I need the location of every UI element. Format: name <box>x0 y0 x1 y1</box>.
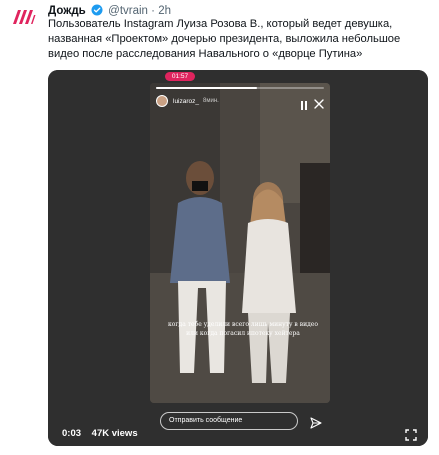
close-icon <box>314 96 324 114</box>
story-progress-bar <box>156 87 324 89</box>
story-progress-fill <box>156 87 257 89</box>
fullscreen-icon[interactable] <box>405 428 417 446</box>
story-frame: luizaroz_ 8мин. когда тебе уделили всего… <box>150 83 330 403</box>
separator-dot: · <box>151 5 155 17</box>
story-user: luizaroz_ 8мин. <box>156 94 219 108</box>
video-player[interactable]: 01:57 luizaroz_ 8мин. когда тебе уделили… <box>48 70 428 446</box>
story-time: 8мин. <box>203 98 219 104</box>
story-username: luizaroz_ <box>173 97 200 105</box>
tweet-timestamp[interactable]: 2h <box>158 5 171 17</box>
tvrain-logo-icon <box>13 10 36 24</box>
story-caption: когда тебе уделили всего лишь минуту в в… <box>168 321 318 337</box>
author-avatar[interactable] <box>10 4 38 32</box>
video-views: 47K views <box>91 428 138 439</box>
video-duration: 0:03 <box>62 428 82 439</box>
send-icon <box>310 416 322 434</box>
phone-clock: 01:57 <box>165 72 195 81</box>
video-meta: 0:03 47K views <box>62 428 138 439</box>
pause-icon <box>300 97 308 115</box>
tweet-text: Пользователь Instagram Луиза Розова В., … <box>48 18 401 60</box>
story-reply-field: Отправить сообщение <box>160 412 298 430</box>
author-name[interactable]: Дождь <box>48 5 86 17</box>
author-handle[interactable]: @tvrain <box>108 5 148 17</box>
story-avatar <box>156 95 168 107</box>
story-scene <box>150 83 330 403</box>
